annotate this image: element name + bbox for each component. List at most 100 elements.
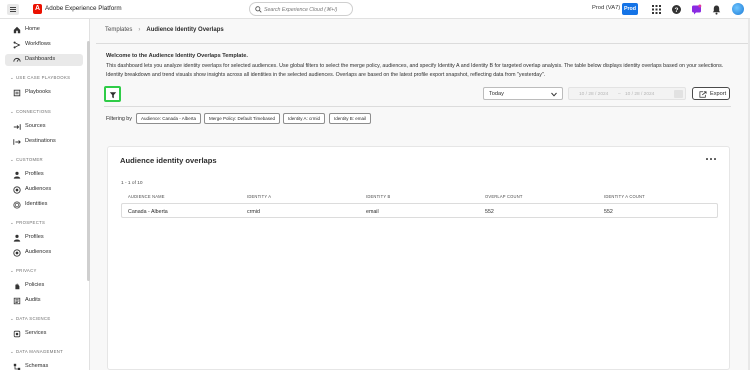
sidebar-item-audiences[interactable]: Audiences <box>5 184 83 196</box>
sidebar-item-label: Schemas <box>25 363 49 369</box>
search-icon <box>255 6 262 13</box>
dashboard-icon <box>13 58 21 62</box>
sidebar-item-label: Policies <box>25 282 45 288</box>
playbook-icon <box>13 89 21 97</box>
workflows-icon <box>13 41 21 49</box>
menu-toggle-icon[interactable] <box>7 4 19 15</box>
search-input[interactable] <box>264 5 350 14</box>
cell-identity-a: crmid <box>247 209 260 215</box>
sandbox-badge[interactable]: Prod <box>622 3 638 15</box>
filter-chip-identity-b[interactable]: Identity B: email <box>329 113 372 124</box>
section-data-science[interactable]: ⌄ DATA SCIENCE <box>10 316 50 322</box>
sidebar-item-dashboards[interactable]: Dashboards <box>5 54 83 66</box>
svg-text:?: ? <box>675 7 679 14</box>
sidebar-item-label: Destinations <box>25 138 56 144</box>
filter-chip-audience[interactable]: Audience: Canada - Alberta <box>136 113 202 124</box>
card-title: Audience identity overlaps <box>120 156 217 165</box>
breadcrumb-templates-link[interactable]: Templates <box>105 27 132 33</box>
sidebar-item-destinations[interactable]: Destinations <box>5 136 83 148</box>
sidebar-item-workflows[interactable]: Workflows <box>5 39 83 51</box>
services-icon <box>13 330 21 338</box>
sidebar-item-label: Profiles <box>25 234 44 240</box>
sidebar-item-identities[interactable]: Identities <box>5 199 83 211</box>
sidebar-item-label: Home <box>25 26 40 32</box>
divider <box>96 43 750 44</box>
export-icon <box>699 91 707 98</box>
section-use-case-playbooks[interactable]: ⌄ USE CASE PLAYBOOKS <box>10 75 70 81</box>
cell-identity-a-count: 552 <box>604 209 613 215</box>
column-header-overlap-count[interactable]: OVERLAP COUNT <box>485 194 523 199</box>
divider <box>104 106 731 107</box>
column-header-identity-b[interactable]: IDENTITY B <box>366 194 390 199</box>
filtering-by-label: Filtering by <box>106 116 132 122</box>
audiences-icon <box>13 186 21 194</box>
audiences-icon <box>13 249 21 257</box>
sidebar-item-label: Identities <box>25 201 48 207</box>
audits-icon <box>13 297 21 305</box>
sidebar-item-label: Services <box>25 330 47 336</box>
date-start: 10 / 28 / 2024 <box>579 92 609 97</box>
sidebar-item-prospect-audiences[interactable]: Audiences <box>5 247 83 259</box>
global-filter-button[interactable] <box>104 86 121 102</box>
section-data-management[interactable]: ⌄ DATA MANAGEMENT <box>10 349 63 355</box>
sidebar-item-label: Sources <box>25 123 46 129</box>
column-header-identity-a-count[interactable]: IDENTITY A COUNT <box>604 194 645 199</box>
sources-icon <box>13 124 21 130</box>
section-prospects[interactable]: ⌄ PROSPECTS <box>10 220 45 226</box>
profile-icon <box>13 234 21 242</box>
notifications-bell-icon[interactable] <box>711 4 722 15</box>
sidebar-item-label: Audiences <box>25 186 52 192</box>
sidebar-item-schemas[interactable]: Schemas <box>5 361 83 370</box>
sidebar-item-profiles[interactable]: Profiles <box>5 169 83 181</box>
sidebar-item-label: Profiles <box>25 171 44 177</box>
sidebar-scrollbar[interactable] <box>87 41 90 281</box>
section-connections[interactable]: ⌄ CONNECTIONS <box>10 109 51 115</box>
user-avatar[interactable] <box>732 3 744 15</box>
filter-chip-merge-policy[interactable]: Merge Policy: Default Timebased <box>204 113 281 124</box>
welcome-description: This dashboard lets you analyze identity… <box>106 63 724 78</box>
destinations-icon <box>13 139 21 145</box>
sidebar-item-label: Workflows <box>25 41 51 47</box>
home-icon <box>13 26 21 34</box>
date-separator: – <box>618 92 621 97</box>
section-customer[interactable]: ⌄ CUSTOMER <box>10 157 43 163</box>
sidebar-item-label: Audiences <box>25 249 52 255</box>
sidebar-item-prospect-profiles[interactable]: Profiles <box>5 232 83 244</box>
announcements-icon[interactable] <box>691 4 702 15</box>
column-header-identity-a[interactable]: IDENTITY A <box>247 194 271 199</box>
top-bar: Adobe Experience Platform Prod (VA7) Pro… <box>0 0 750 19</box>
welcome-title: Welcome to the Audience Identity Overlap… <box>106 53 248 59</box>
section-privacy[interactable]: ⌄ PRIVACY <box>10 268 37 274</box>
identities-icon <box>13 201 21 209</box>
sidebar-item-sources[interactable]: Sources <box>5 121 83 133</box>
sidebar-item-policies[interactable]: Policies <box>5 280 83 292</box>
sidebar: Home Workflows Dashboards ⌄ USE CASE PLAY… <box>0 19 90 370</box>
date-range-picker[interactable]: Today <box>483 87 563 100</box>
apps-grid-icon[interactable] <box>651 4 662 15</box>
app-title: Adobe Experience Platform <box>45 5 122 12</box>
export-label: Export <box>710 91 727 97</box>
date-preset-value: Today <box>489 91 504 97</box>
calendar-icon <box>674 90 683 98</box>
adobe-logo-icon <box>33 4 42 14</box>
search-bar[interactable] <box>249 2 353 16</box>
sidebar-item-services[interactable]: Services <box>5 328 83 340</box>
column-header-audience-name[interactable]: AUDIENCE NAME <box>128 194 165 199</box>
sidebar-item-playbooks[interactable]: Playbooks <box>5 87 83 99</box>
help-icon[interactable]: ? <box>671 4 682 15</box>
cell-audience-name: Canada - Alberta <box>128 209 168 215</box>
chevron-down-icon <box>551 92 557 97</box>
date-end: 10 / 28 / 2024 <box>625 92 655 97</box>
sidebar-item-home[interactable]: Home <box>5 24 83 36</box>
schemas-icon <box>13 363 21 370</box>
audience-identity-overlaps-card: Audience identity overlaps 1 - 1 of 10 A… <box>107 146 730 370</box>
breadcrumb: Templates › Audience Identity Overlaps <box>105 27 224 33</box>
table-row[interactable]: Canada - Alberta crmid email 552 552 <box>121 203 718 218</box>
export-button[interactable]: Export <box>692 87 730 100</box>
sidebar-item-audits[interactable]: Audits <box>5 295 83 307</box>
more-options-icon[interactable] <box>705 155 717 163</box>
filter-chip-identity-a[interactable]: Identity A: crmid <box>283 113 326 124</box>
date-range-input: 10 / 28 / 2024 – 10 / 28 / 2024 <box>568 87 686 100</box>
org-switcher[interactable]: Prod (VA7) <box>592 5 620 11</box>
breadcrumb-separator: › <box>138 27 141 33</box>
